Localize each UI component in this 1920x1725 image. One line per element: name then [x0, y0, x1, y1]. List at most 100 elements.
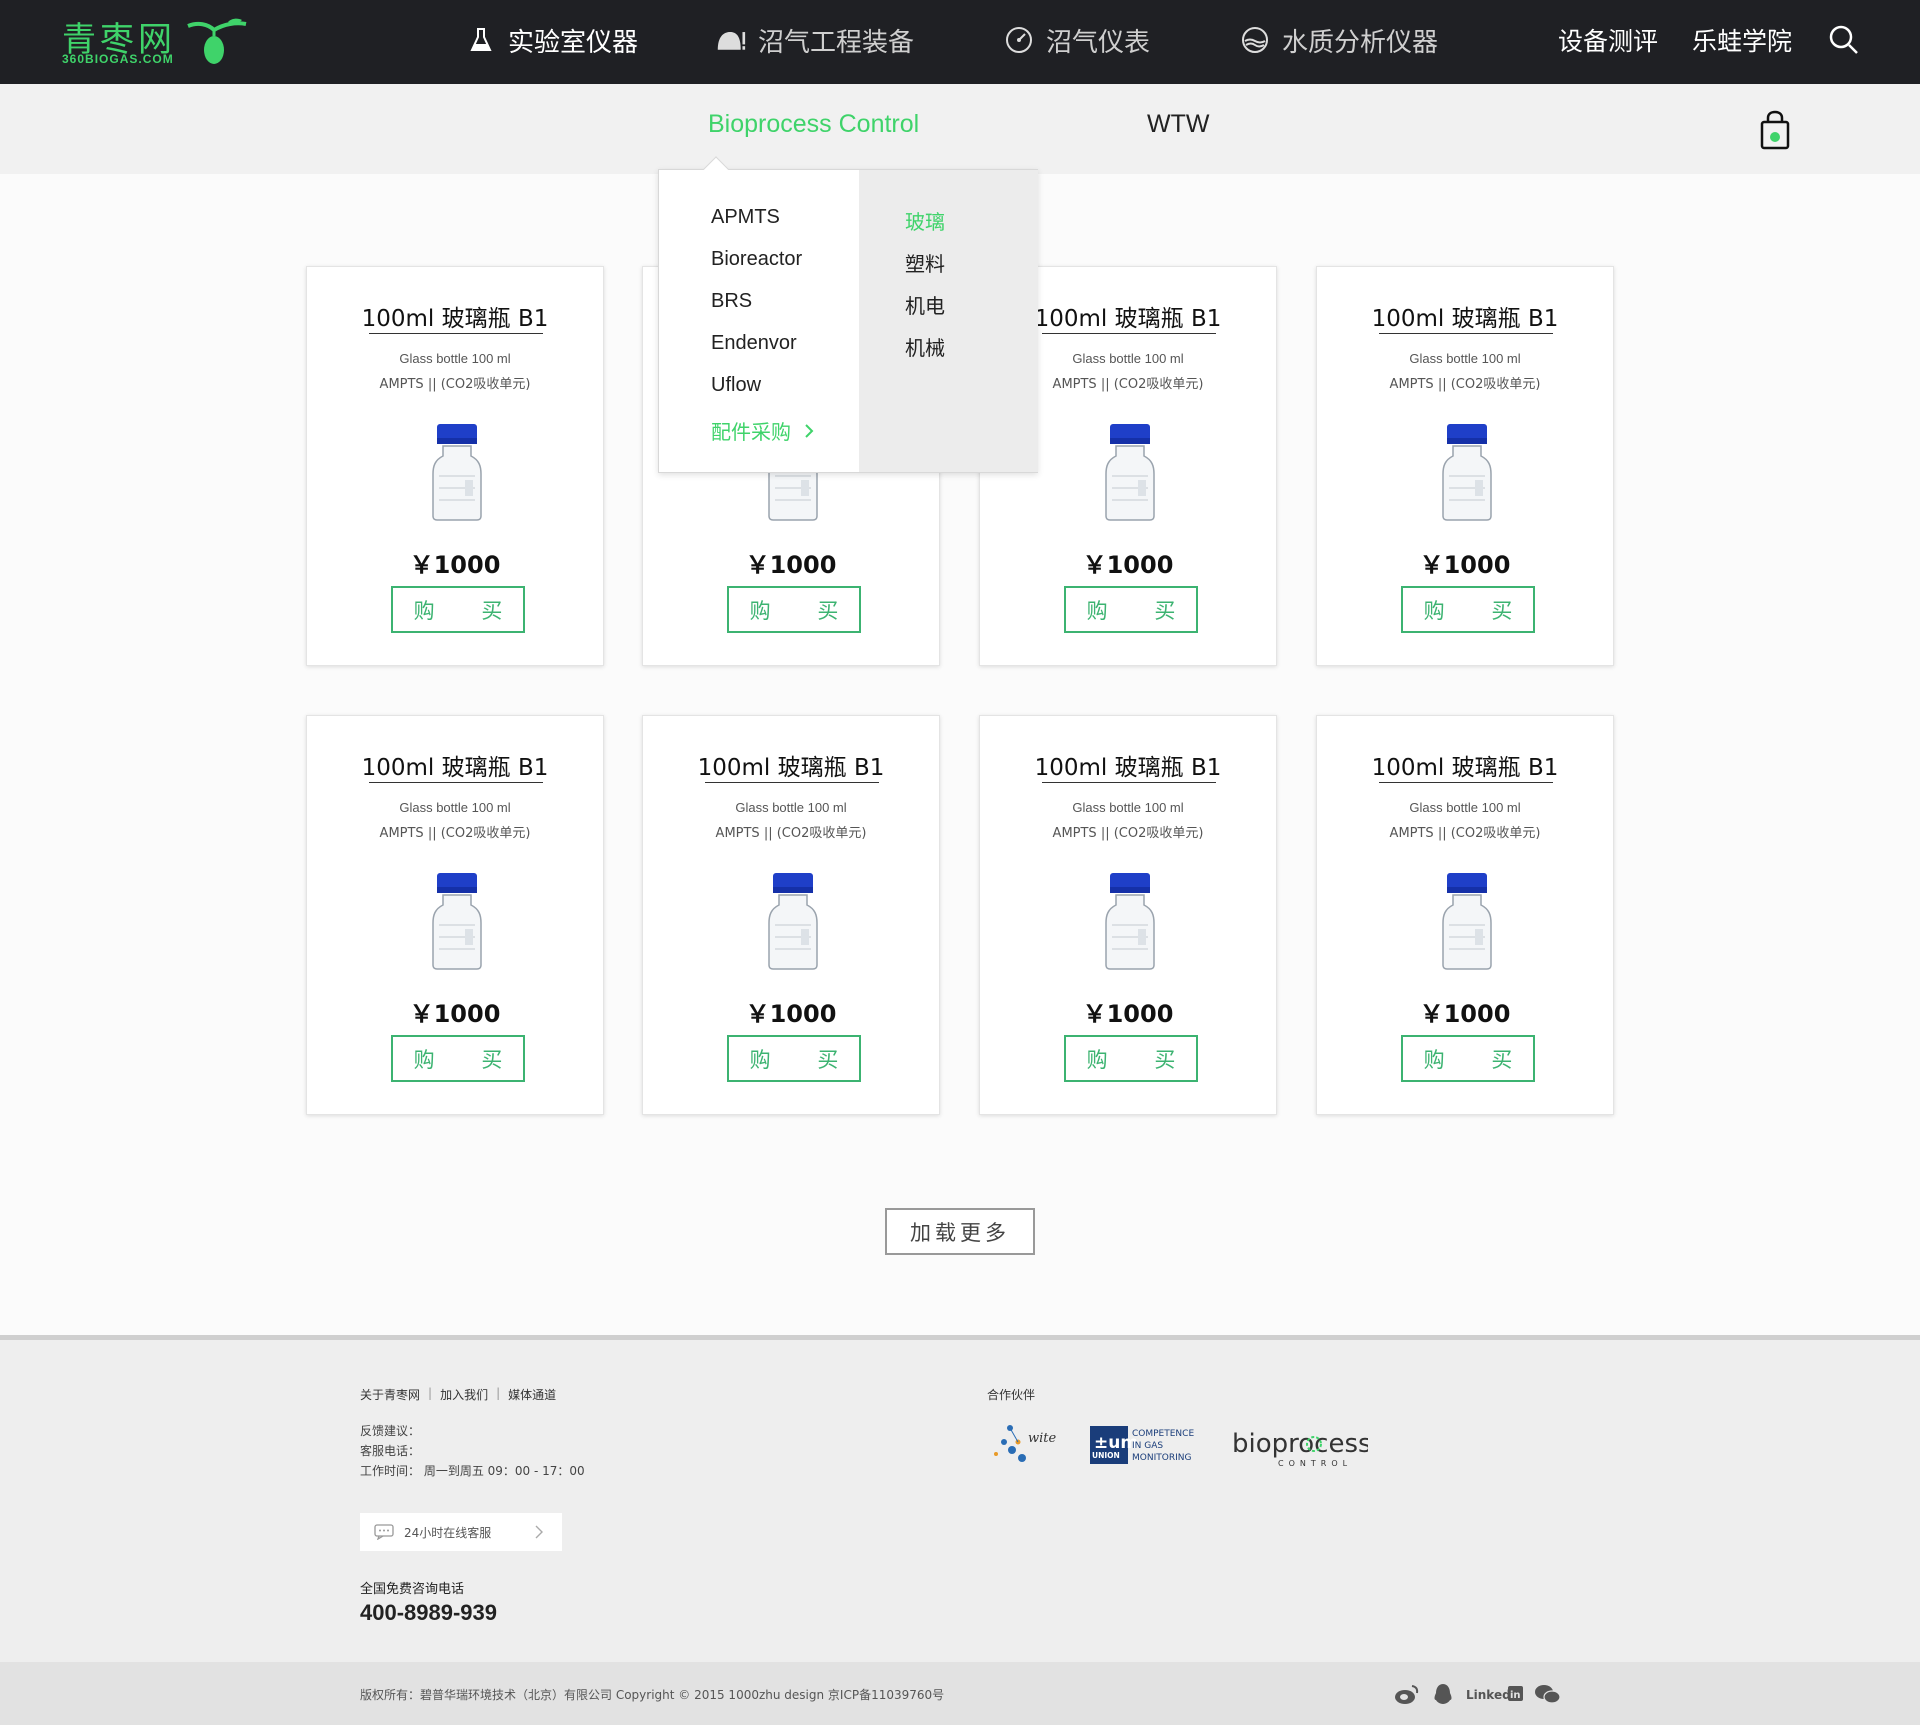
- shopping-bag-icon[interactable]: [1758, 110, 1792, 150]
- online-service-button[interactable]: 24小时在线客服: [360, 1513, 562, 1551]
- union-tagline-1: COMPETENCE: [1132, 1429, 1194, 1439]
- product-title[interactable]: 100ml 玻璃瓶 B1: [1317, 299, 1613, 333]
- product-card[interactable]: 100ml 玻璃瓶 B1 Glass bottle 100 ml AMPTS || …: [306, 266, 604, 666]
- buy-button[interactable]: 购 买: [1064, 1035, 1198, 1082]
- jujube-logo-icon: [187, 18, 247, 64]
- glass-bottle-image[interactable]: [1441, 422, 1493, 522]
- product-english-name: Glass bottle 100 ml: [399, 351, 511, 366]
- title-underline: [1379, 782, 1553, 783]
- nav-lab-instruments[interactable]: 实验室仪器: [466, 20, 638, 60]
- product-price: ￥1000: [745, 551, 837, 579]
- product-card[interactable]: 100ml 玻璃瓶 B1 Glass bottle 100 ml AMPTS || …: [1316, 266, 1614, 666]
- copyright-text: 版权所有：碧普华瑞环境技术（北京）有限公司 Copyright © 2015 1…: [360, 1688, 945, 1702]
- partners-label: 合作伙伴: [987, 1388, 1036, 1402]
- nav-biogas-meters[interactable]: 沼气仪表: [1004, 20, 1150, 60]
- online-service-label: 24小时在线客服: [404, 1525, 492, 1540]
- dropdown-item-uflow[interactable]: Uflow: [711, 374, 761, 397]
- partner-logo-union-instruments[interactable]: ±um UNION COMPETENCE IN GAS MONITORING: [1090, 1426, 1206, 1466]
- product-title[interactable]: 100ml 玻璃瓶 B1: [980, 748, 1276, 782]
- partner-logo-awite[interactable]: wite: [990, 1420, 1065, 1472]
- product-english-name: Glass bottle 100 ml: [735, 800, 847, 815]
- category-glass[interactable]: 玻璃: [905, 206, 945, 235]
- category-plastic[interactable]: 塑料: [905, 248, 945, 277]
- dropdown-item-endenvor[interactable]: Endenvor: [711, 332, 797, 355]
- product-title[interactable]: 100ml 玻璃瓶 B1: [1317, 748, 1613, 782]
- chevron-right-icon: [805, 424, 814, 438]
- buy-button[interactable]: 购 买: [1064, 586, 1198, 633]
- union-tagline-2: IN GAS: [1132, 1441, 1163, 1451]
- footer: 关于青枣网 | 加入我们 | 媒体通道 反馈建议： 客服电话： 工作时间： 周一…: [0, 1340, 1920, 1662]
- svg-text:CONTROL: CONTROL: [1278, 1459, 1352, 1468]
- product-subtitle: AMPTS || (CO2吸收单元): [1389, 377, 1541, 392]
- site-logo[interactable]: 青枣网 360BIOGAS.COM: [62, 12, 252, 70]
- buy-button[interactable]: 购 买: [727, 1035, 861, 1082]
- footer-link-about[interactable]: 关于青枣网: [360, 1386, 420, 1403]
- dropdown-item-apmts[interactable]: APMTS: [711, 206, 780, 229]
- product-price: ￥1000: [1419, 551, 1511, 579]
- title-underline: [1379, 333, 1553, 334]
- svg-text:Linked: Linked: [1466, 1688, 1511, 1702]
- chevron-right-icon: [535, 1525, 543, 1539]
- product-title[interactable]: 100ml 玻璃瓶 B1: [643, 748, 939, 782]
- svg-text:UNION: UNION: [1092, 1451, 1120, 1460]
- glass-bottle-image[interactable]: [431, 422, 483, 522]
- buy-button[interactable]: 购 买: [391, 586, 525, 633]
- product-card[interactable]: 100ml 玻璃瓶 B1 Glass bottle 100 ml AMPTS || …: [642, 715, 940, 1115]
- hotline-number[interactable]: 400-8989-939: [360, 1600, 497, 1626]
- title-underline: [1042, 333, 1216, 334]
- buy-button[interactable]: 购 买: [727, 586, 861, 633]
- product-english-name: Glass bottle 100 ml: [1409, 800, 1521, 815]
- glass-bottle-image[interactable]: [1104, 871, 1156, 971]
- product-subtitle: AMPTS || (CO2吸收单元): [379, 377, 531, 392]
- accessories-label: 配件采购: [711, 420, 791, 444]
- footer-work-hours: 工作时间： 周一到周五 09：00 - 17：00: [360, 1464, 585, 1478]
- search-icon[interactable]: [1828, 24, 1860, 56]
- glass-bottle-image[interactable]: [431, 871, 483, 971]
- partner-logo-bioprocess-control[interactable]: bioprocess CONTROL: [1232, 1428, 1368, 1472]
- product-price: ￥1000: [1082, 1000, 1174, 1028]
- glass-bottle-image[interactable]: [1104, 422, 1156, 522]
- category-pane: [859, 170, 1038, 472]
- dropdown-item-bioreactor[interactable]: Bioreactor: [711, 248, 802, 271]
- dropdown-accessories-link[interactable]: 配件采购: [711, 416, 815, 445]
- subnav-wtw[interactable]: WTW: [1147, 110, 1209, 139]
- divider: |: [428, 1386, 433, 1400]
- wechat-icon[interactable]: [1534, 1682, 1562, 1706]
- brand-subnav: Bioprocess Control WTW: [0, 84, 1920, 174]
- product-card[interactable]: 100ml 玻璃瓶 B1 Glass bottle 100 ml AMPTS || …: [979, 715, 1277, 1115]
- buy-button[interactable]: 购 买: [391, 1035, 525, 1082]
- category-electromechanical[interactable]: 机电: [905, 290, 945, 319]
- load-more-button[interactable]: 加载更多: [885, 1208, 1035, 1255]
- top-navigation-bar: 青枣网 360BIOGAS.COM 实验室仪器 沼气工程装备 沼气仪表 水质分析…: [0, 0, 1920, 84]
- buy-button[interactable]: 购 买: [1401, 1035, 1535, 1082]
- brand-dropdown-menu: APMTS Bioreactor BRS Endenvor Uflow 配件采购…: [658, 156, 1038, 473]
- footer-link-join[interactable]: 加入我们: [440, 1386, 488, 1403]
- product-price: ￥1000: [409, 551, 501, 579]
- product-title[interactable]: 100ml 玻璃瓶 B1: [307, 299, 603, 333]
- product-english-name: Glass bottle 100 ml: [399, 800, 511, 815]
- subnav-bioprocess-control[interactable]: Bioprocess Control: [708, 110, 919, 139]
- glass-bottle-image[interactable]: [1441, 871, 1493, 971]
- glass-bottle-image[interactable]: [767, 871, 819, 971]
- nav-frog-academy[interactable]: 乐蛙学院: [1692, 20, 1792, 60]
- nav-biogas-equipment[interactable]: 沼气工程装备: [716, 20, 914, 60]
- linkedin-icon[interactable]: Linked in: [1466, 1682, 1524, 1706]
- divider: |: [496, 1386, 501, 1400]
- footer-link-media[interactable]: 媒体通道: [508, 1386, 556, 1403]
- title-underline: [1042, 782, 1216, 783]
- weibo-icon[interactable]: [1394, 1682, 1420, 1706]
- product-price: ￥1000: [745, 1000, 837, 1028]
- footer-links: 关于青枣网 | 加入我们 | 媒体通道: [360, 1386, 556, 1403]
- nav-equipment-review[interactable]: 设备测评: [1558, 20, 1658, 60]
- product-subtitle: AMPTS || (CO2吸收单元): [715, 826, 867, 841]
- product-card[interactable]: 100ml 玻璃瓶 B1 Glass bottle 100 ml AMPTS || …: [1316, 715, 1614, 1115]
- nav-water-analysis[interactable]: 水质分析仪器: [1240, 20, 1438, 60]
- title-underline: [369, 782, 543, 783]
- product-subtitle: AMPTS || (CO2吸收单元): [1389, 826, 1541, 841]
- buy-button[interactable]: 购 买: [1401, 586, 1535, 633]
- product-title[interactable]: 100ml 玻璃瓶 B1: [307, 748, 603, 782]
- dropdown-item-brs[interactable]: BRS: [711, 290, 752, 313]
- category-mechanical[interactable]: 机械: [905, 332, 945, 361]
- qq-icon[interactable]: [1432, 1682, 1454, 1706]
- product-card[interactable]: 100ml 玻璃瓶 B1 Glass bottle 100 ml AMPTS || …: [306, 715, 604, 1115]
